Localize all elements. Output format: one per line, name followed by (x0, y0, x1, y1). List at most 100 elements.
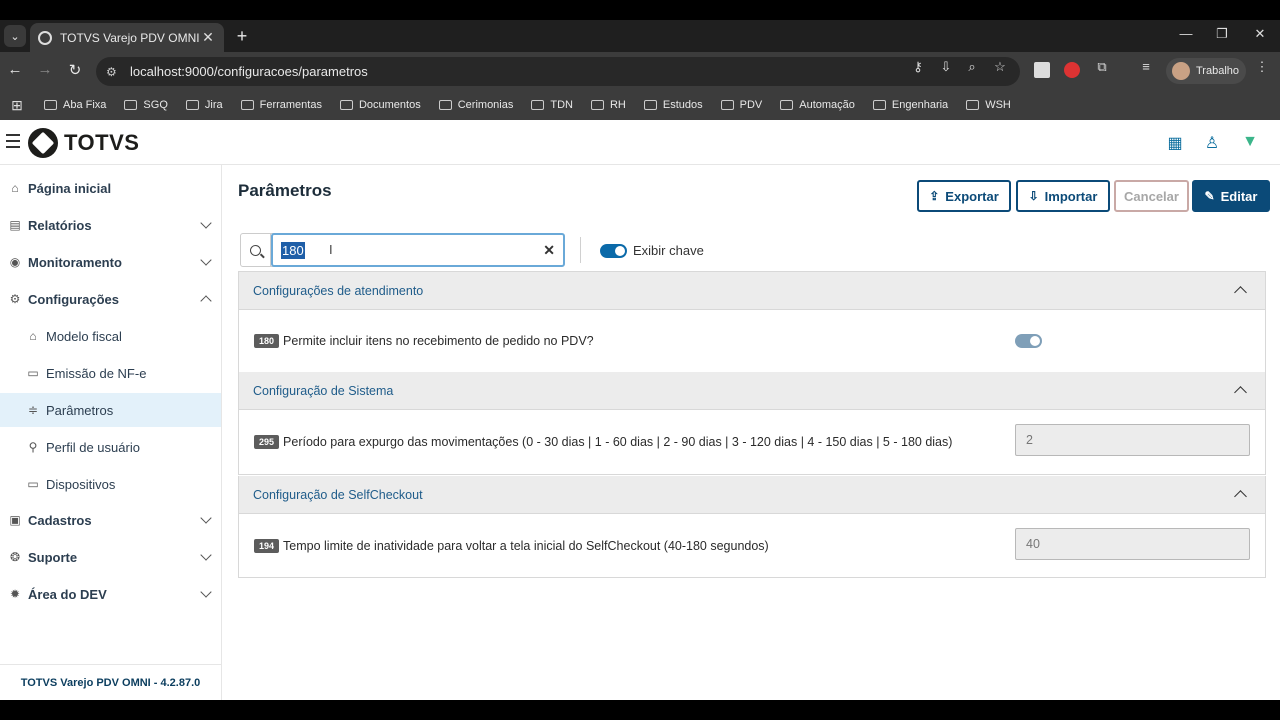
bookmark-folder[interactable]: RH (590, 99, 626, 111)
chevron-up-icon (200, 295, 212, 307)
bookmark-folder[interactable]: Engenharia (872, 99, 948, 111)
app: TOTVS ▦ ♙ ▼ ⌂ Página inicial ▤ Relatório… (0, 120, 1280, 700)
parameter-label: Permite incluir itens no recebimento de … (283, 334, 594, 348)
folder-icon (643, 100, 657, 110)
sidebar-item-parametros[interactable]: ≑ Parâmetros (0, 393, 221, 427)
qr-code-icon[interactable]: ▦ (1165, 133, 1185, 153)
sidebar-item-suporte[interactable]: ❂ Suporte (0, 540, 222, 574)
minimize-button[interactable]: — (1174, 26, 1198, 41)
edit-button-label: Editar (1220, 188, 1258, 204)
profile-button[interactable]: Trabalho (1166, 58, 1246, 84)
show-key-label: Exibir chave (633, 243, 704, 258)
menu-hamburger-icon[interactable] (6, 134, 20, 148)
group-header[interactable]: Configuração de SelfCheckout (239, 476, 1265, 514)
chevron-down-icon (200, 549, 212, 561)
parameter-row: 295 Período para expurgo das movimentaçõ… (239, 410, 1265, 474)
group-header[interactable]: Configurações de atendimento (239, 272, 1265, 310)
edit-button[interactable]: ✎ Editar (1192, 180, 1270, 212)
back-button[interactable]: ← (4, 61, 26, 78)
sidebar-item-monitoramento[interactable]: ◉ Monitoramento (0, 245, 222, 279)
close-tab-icon[interactable]: ✕ (200, 29, 216, 46)
gear-icon: ⚙ (9, 292, 21, 306)
browser-toolbar: ← → ↻ ⚙ localhost:9000/configuracoes/par… (0, 52, 1280, 90)
folder-icon (339, 100, 353, 110)
bookmark-folder[interactable]: Ferramentas (240, 99, 322, 111)
parameter-group: Configurações de atendimento 180 Permite… (238, 271, 1266, 373)
chevron-down-icon (200, 217, 212, 229)
bookmark-label: Documentos (358, 99, 421, 111)
sidebar-item-label: Página inicial (28, 180, 112, 196)
apps-grid-icon[interactable]: ⊞ (6, 97, 28, 114)
sidebar-item-pagina-inicial[interactable]: ⌂ Página inicial (0, 171, 222, 205)
import-button[interactable]: ⇩ Importar (1016, 180, 1110, 212)
chevron-down-icon (200, 586, 212, 598)
forward-button[interactable]: → (34, 61, 56, 78)
export-button[interactable]: ⇪ Exportar (917, 180, 1011, 212)
site-info-icon[interactable]: ⚙ (106, 65, 122, 79)
new-tab-button[interactable]: + (232, 26, 252, 47)
parameter-input[interactable]: 40 (1015, 528, 1250, 560)
search-icon (250, 244, 261, 256)
zoom-icon[interactable]: ⌕ (962, 59, 982, 75)
bookmark-folder[interactable]: Estudos (643, 99, 703, 111)
sidebar-item-emissao-nfe[interactable]: ▭ Emissão de NF-e (0, 356, 221, 390)
pencil-icon: ✎ (1204, 189, 1215, 203)
parameter-input[interactable]: 2 (1015, 424, 1250, 456)
search-button[interactable] (241, 234, 271, 266)
sidebar-item-area-dev[interactable]: ✹ Área do DEV (0, 577, 222, 611)
bookmark-label: Ferramentas (259, 99, 322, 111)
search-box: 180 I ✕ (240, 233, 565, 267)
record-extension-icon[interactable] (1064, 62, 1080, 78)
sidebar-item-modelo-fiscal[interactable]: ⌂ Modelo fiscal (0, 319, 221, 353)
bookmark-folder[interactable]: Automação (780, 99, 855, 111)
media-controls-icon[interactable]: ≡ (1136, 59, 1156, 74)
parameter-row: 180 Permite incluir itens no recebimento… (239, 310, 1265, 372)
parameter-toggle[interactable] (1015, 334, 1042, 348)
sidebar-item-relatorios[interactable]: ▤ Relatórios (0, 208, 222, 242)
search-input[interactable]: 180 I ✕ (271, 233, 565, 267)
bookmark-label: Estudos (662, 99, 703, 111)
connection-status-icon[interactable]: ▼ (1240, 133, 1260, 153)
bookmark-folder[interactable]: Aba Fixa (44, 99, 106, 111)
bookmark-folder[interactable]: Cerimonias (438, 99, 513, 111)
bookmark-folder[interactable]: SGQ (124, 99, 168, 111)
extensions-puzzle-icon[interactable]: ⧉ (1092, 59, 1112, 75)
group-title: Configuração de SelfCheckout (253, 487, 423, 502)
clear-search-icon[interactable]: ✕ (543, 242, 555, 259)
sidebar-item-perfil-usuario[interactable]: ⚲ Perfil de usuário (0, 430, 221, 464)
reload-button[interactable]: ↻ (64, 61, 86, 79)
bookmarks-bar: ⊞ Aba Fixa SGQ Jira Ferramentas Document… (0, 90, 1280, 120)
sidebar-item-label: Parâmetros (46, 402, 114, 418)
bookmark-folder[interactable]: TDN (531, 99, 573, 111)
bookmark-folder[interactable]: WSH (966, 99, 1011, 111)
avatar (1172, 62, 1190, 80)
bookmark-folder[interactable]: PDV (720, 99, 762, 111)
folder-icon (590, 100, 604, 110)
browser-menu-icon[interactable]: ⋮ (1252, 59, 1272, 75)
close-window-button[interactable]: ✕ (1248, 26, 1272, 42)
cancel-button[interactable]: Cancelar (1114, 180, 1189, 212)
password-key-icon[interactable]: ⚷ (908, 59, 928, 75)
sidebar-item-cadastros[interactable]: ▣ Cadastros (0, 503, 222, 537)
qr-extension-icon[interactable] (1034, 62, 1050, 78)
install-app-icon[interactable]: ⇩ (936, 59, 956, 75)
sidebar-item-label: Modelo fiscal (46, 328, 122, 344)
user-icon[interactable]: ♙ (1202, 133, 1222, 153)
monitor-icon: ▭ (27, 477, 39, 491)
chevron-up-icon (1234, 490, 1247, 503)
bookmark-label: SGQ (143, 99, 168, 111)
bookmark-label: Automação (799, 99, 855, 111)
bookmark-star-icon[interactable]: ☆ (990, 59, 1010, 75)
page-title: Parâmetros (238, 181, 332, 200)
browser-tab[interactable]: TOTVS Varejo PDV OMNI ✕ (30, 23, 224, 52)
show-key-toggle[interactable] (600, 243, 627, 258)
restore-button[interactable]: ❐ (1210, 26, 1234, 42)
tab-search-icon[interactable]: ⌄ (4, 25, 26, 47)
group-header[interactable]: Configuração de Sistema (239, 372, 1265, 410)
folder-icon (780, 100, 794, 110)
address-bar[interactable]: ⚙ localhost:9000/configuracoes/parametro… (96, 57, 1020, 86)
bookmark-folder[interactable]: Documentos (339, 99, 421, 111)
sidebar-item-configuracoes[interactable]: ⚙ Configurações (0, 282, 222, 316)
sidebar-item-dispositivos[interactable]: ▭ Dispositivos (0, 467, 221, 501)
bookmark-folder[interactable]: Jira (185, 99, 223, 111)
